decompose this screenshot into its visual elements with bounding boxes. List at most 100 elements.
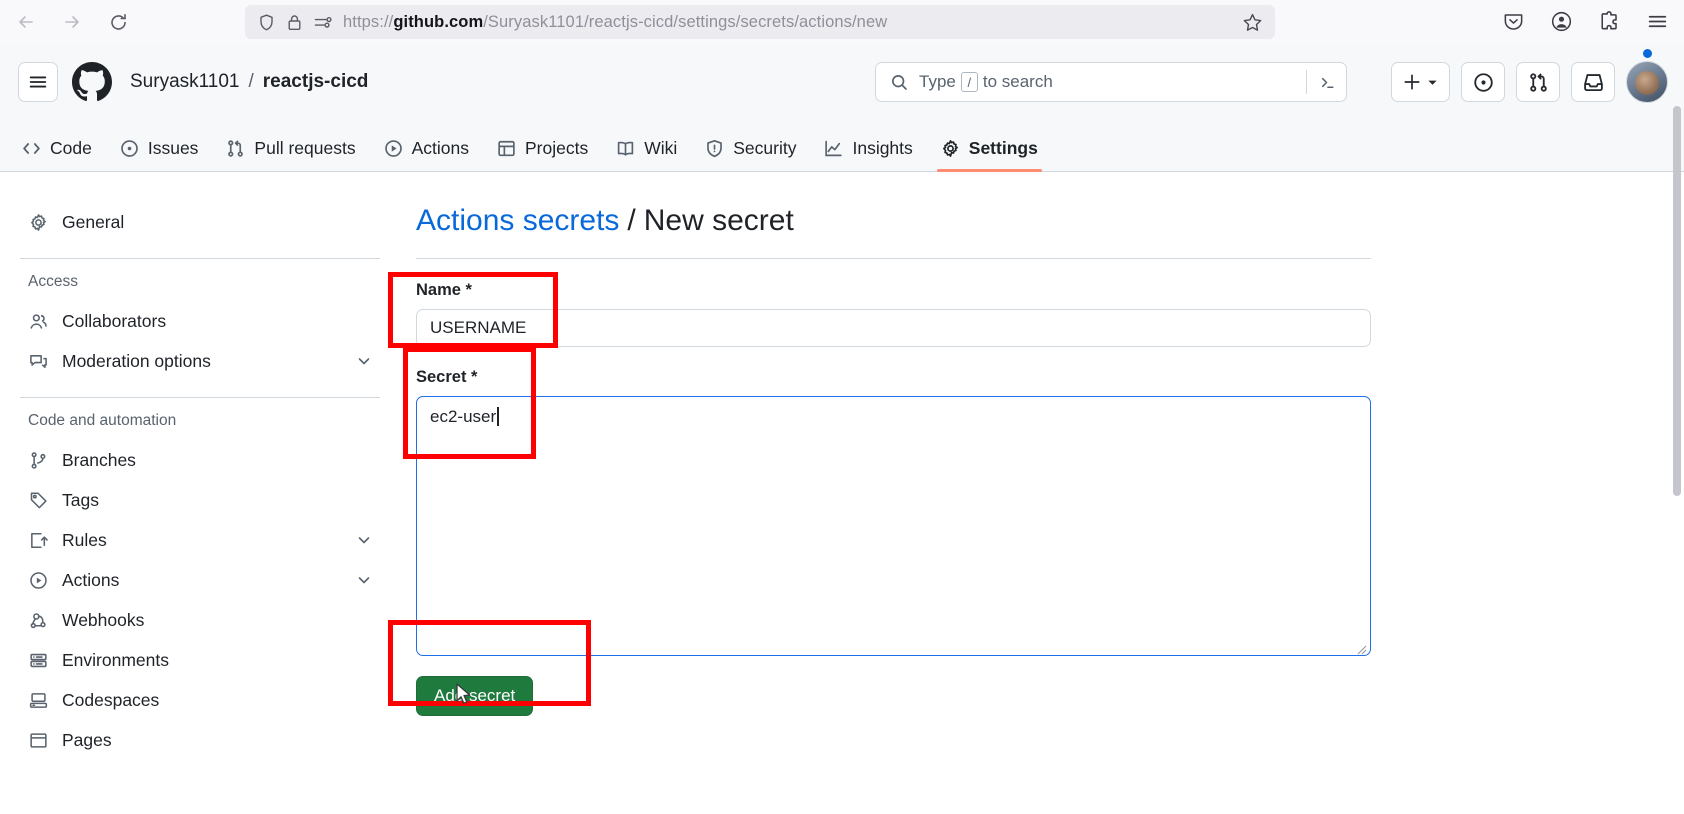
pull-request-icon xyxy=(226,139,245,158)
code-icon xyxy=(22,139,41,158)
repo-tab-label: Settings xyxy=(968,138,1038,158)
sidebar-item-label: Collaborators xyxy=(62,310,167,331)
repo-tab-projects[interactable]: Projects xyxy=(483,138,602,171)
pocket-icon[interactable] xyxy=(1496,4,1530,38)
text-caret xyxy=(497,407,499,426)
global-navigation-menu-button[interactable] xyxy=(18,62,58,102)
repo-tab-label: Projects xyxy=(524,138,589,158)
issues-button[interactable] xyxy=(1461,62,1505,102)
page-scrollbar-track[interactable] xyxy=(1670,44,1684,814)
gear-icon xyxy=(941,139,960,158)
bookmark-star-icon[interactable] xyxy=(1237,7,1267,37)
play-icon xyxy=(384,139,403,158)
field-spacer xyxy=(416,347,1684,368)
pull-requests-button[interactable] xyxy=(1516,62,1560,102)
search-input[interactable]: Type / to search xyxy=(875,62,1347,102)
search-placeholder: Type / to search xyxy=(919,72,1306,92)
inbox-icon xyxy=(1583,73,1603,91)
browser-menu-icon[interactable] xyxy=(1640,4,1674,38)
title-divider xyxy=(416,258,1371,259)
sidebar-item-label: Tags xyxy=(62,489,99,510)
page-title-link-actions-secrets[interactable]: Actions secrets xyxy=(416,204,619,238)
sidebar-item-pages[interactable]: Pages xyxy=(18,720,382,760)
browser-toolbar: https://github.com/Suryask1101/reactjs-c… xyxy=(0,0,1684,44)
sidebar-item-codespaces[interactable]: Codespaces xyxy=(18,680,382,720)
sidebar-item-collaborators[interactable]: Collaborators xyxy=(18,301,382,341)
secret-value-textarea[interactable]: ec2-user xyxy=(416,396,1371,656)
page-title-current: New secret xyxy=(643,204,794,237)
sidebar-item-tags[interactable]: Tags xyxy=(18,480,382,520)
permissions-icon[interactable] xyxy=(313,13,333,32)
main-content: Actions secrets / New secret Name * USER… xyxy=(400,172,1684,814)
plus-icon xyxy=(1404,74,1420,90)
arrow-left-icon xyxy=(19,16,33,28)
account-icon[interactable] xyxy=(1544,4,1578,38)
chevron-down-icon[interactable] xyxy=(356,572,372,588)
textarea-resize-handle[interactable] xyxy=(1355,640,1367,655)
back-button[interactable] xyxy=(6,4,46,40)
chevron-down-icon[interactable] xyxy=(356,532,372,548)
gear-icon xyxy=(28,213,48,232)
breadcrumb-owner[interactable]: Suryask1101 xyxy=(130,71,240,93)
sidebar-item-label: Branches xyxy=(62,449,136,470)
repo-tab-label: Pull requests xyxy=(254,138,356,158)
url-text[interactable]: https://github.com/Suryask1101/reactjs-c… xyxy=(343,13,1263,32)
repo-tab-label: Security xyxy=(733,138,797,158)
sidebar-item-webhooks[interactable]: Webhooks xyxy=(18,600,382,640)
repo-tab-actions[interactable]: Actions xyxy=(370,138,483,171)
chevron-down-icon xyxy=(1428,80,1437,85)
sidebar-item-moderation-options[interactable]: Moderation options xyxy=(18,341,382,381)
repo-tab-pull-requests[interactable]: Pull requests xyxy=(212,138,369,171)
url-bar[interactable]: https://github.com/Suryask1101/reactjs-c… xyxy=(245,5,1275,39)
extensions-icon[interactable] xyxy=(1592,4,1626,38)
pull-request-icon xyxy=(1529,72,1547,92)
breadcrumb-repo[interactable]: reactjs-cicd xyxy=(263,71,369,93)
repo-tab-label: Wiki xyxy=(644,138,678,158)
sidebar-item-label: Codespaces xyxy=(62,689,160,710)
play-icon xyxy=(28,571,48,590)
github-header: Suryask1101 / reactjs-cicd Type / to sea… xyxy=(0,44,1684,120)
page-scrollbar-thumb[interactable] xyxy=(1673,106,1681,496)
sidebar-item-branches[interactable]: Branches xyxy=(18,440,382,480)
sidebar-item-label: Environments xyxy=(62,649,169,670)
sidebar-item-general[interactable]: General xyxy=(18,202,382,242)
command-palette-icon[interactable] xyxy=(1306,70,1338,94)
forward-button[interactable] xyxy=(52,4,92,40)
secret-field-label: Secret * xyxy=(416,368,478,386)
lock-icon[interactable] xyxy=(286,13,303,32)
repo-tab-security[interactable]: Security xyxy=(691,138,810,171)
repo-tab-code[interactable]: Code xyxy=(8,138,106,171)
hamburger-menu-icon xyxy=(29,76,47,88)
sidebar-item-label: Actions xyxy=(62,569,120,590)
graph-icon xyxy=(824,139,843,158)
name-field-label: Name * xyxy=(416,281,472,299)
chevron-down-icon[interactable] xyxy=(356,353,372,369)
arrow-right-icon xyxy=(65,16,79,28)
sidebar-item-rules[interactable]: Rules xyxy=(18,520,382,560)
repo-tab-insights[interactable]: Insights xyxy=(810,138,926,171)
repo-tab-label: Actions xyxy=(411,138,469,158)
add-secret-button[interactable]: Add secret xyxy=(416,676,534,716)
settings-sidebar: General Access Collaborators Moderation … xyxy=(0,172,400,814)
user-avatar-button[interactable] xyxy=(1626,61,1668,103)
codespaces-icon xyxy=(28,691,48,710)
repo-tab-wiki[interactable]: Wiki xyxy=(602,138,691,171)
github-logo-icon[interactable] xyxy=(72,62,112,102)
breadcrumb: Suryask1101 / reactjs-cicd xyxy=(130,71,368,93)
notifications-button[interactable] xyxy=(1571,49,1652,102)
search-placeholder-tail: to search xyxy=(982,72,1053,91)
sidebar-item-actions[interactable]: Actions xyxy=(18,560,382,600)
create-new-button[interactable] xyxy=(1391,62,1450,102)
tracking-protection-shield-icon[interactable] xyxy=(257,13,276,32)
git-branch-icon xyxy=(28,451,48,470)
secret-name-input[interactable]: USERNAME xyxy=(416,309,1371,347)
search-slash-key: / xyxy=(960,72,978,92)
reload-button[interactable] xyxy=(98,4,138,40)
repo-tab-issues[interactable]: Issues xyxy=(106,138,213,171)
book-icon xyxy=(616,139,635,158)
sidebar-item-environments[interactable]: Environments xyxy=(18,640,382,680)
repo-tab-settings[interactable]: Settings xyxy=(927,138,1052,172)
repo-tab-label: Insights xyxy=(852,138,913,158)
sidebar-item-label: Rules xyxy=(62,529,107,550)
browser-nav-buttons xyxy=(0,4,138,40)
